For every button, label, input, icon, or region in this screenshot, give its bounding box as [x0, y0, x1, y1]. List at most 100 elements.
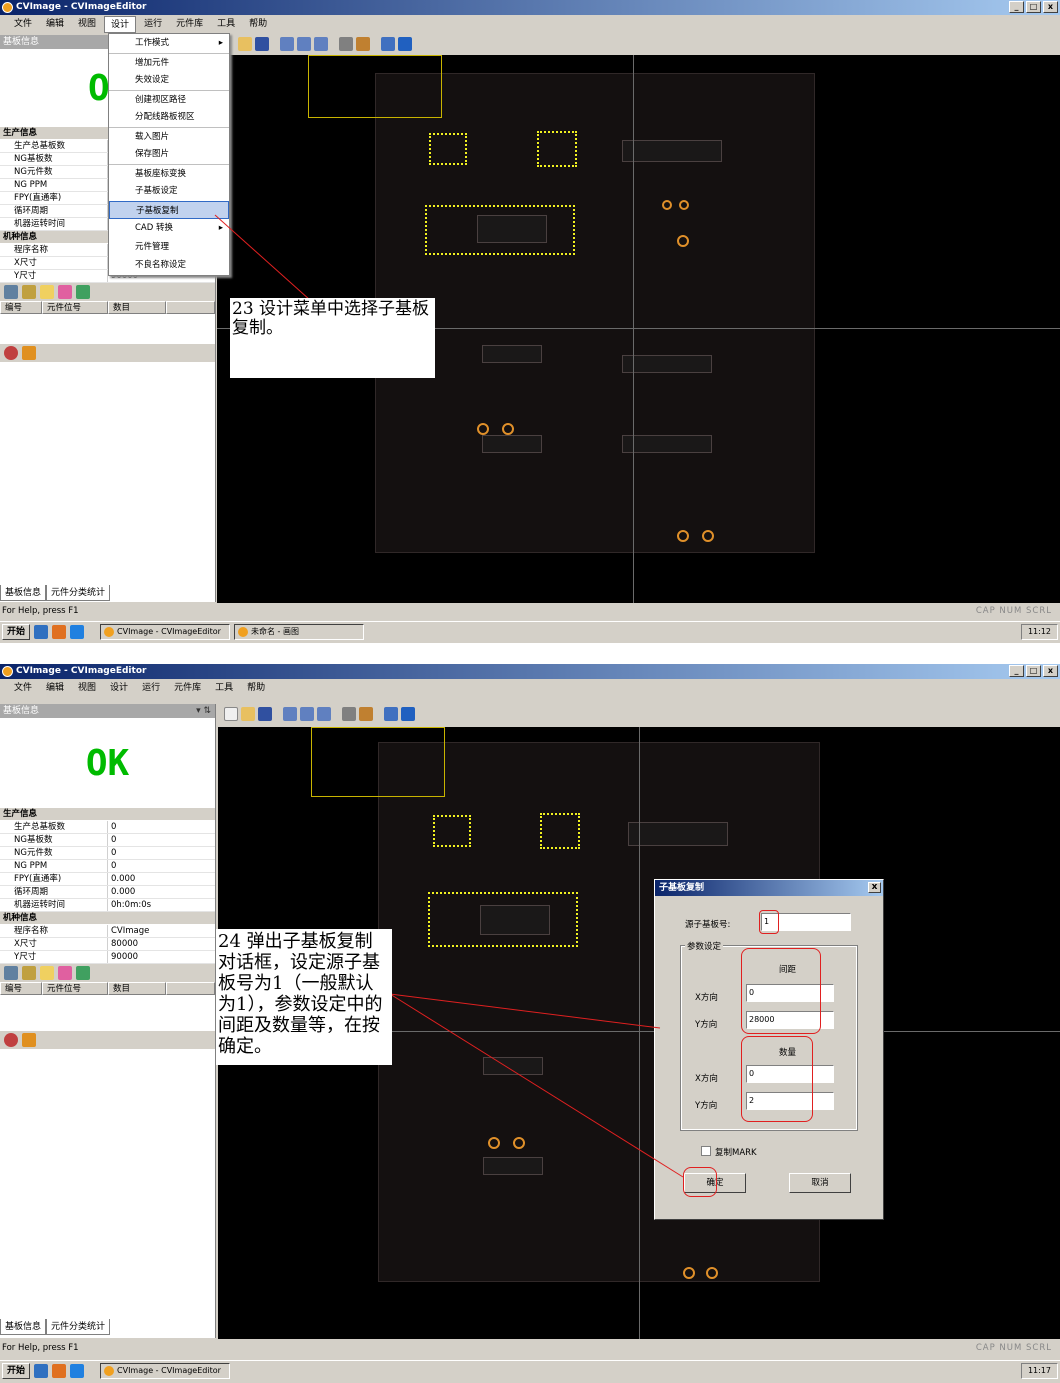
- menu-cad-convert[interactable]: CAD 转换 ▸: [109, 219, 229, 238]
- menu-design[interactable]: 设计: [104, 680, 134, 697]
- tab-board-info[interactable]: 基板信息: [0, 1319, 47, 1335]
- new-icon[interactable]: [224, 707, 238, 721]
- menu-run[interactable]: 运行: [138, 16, 168, 33]
- prop-row[interactable]: 生产总基板数 0: [0, 821, 215, 834]
- start-button[interactable]: 开始: [2, 1362, 31, 1379]
- col-refdes[interactable]: 元件位号: [42, 982, 108, 995]
- dialog-close-button[interactable]: x: [868, 882, 881, 893]
- open-icon[interactable]: [238, 37, 252, 51]
- settings-icon[interactable]: [342, 707, 356, 721]
- save-icon[interactable]: [255, 37, 269, 51]
- tab-board-info[interactable]: 基板信息: [0, 585, 47, 601]
- col-number[interactable]: 编号: [0, 301, 42, 314]
- zoom-out-icon[interactable]: [297, 37, 311, 51]
- group-production[interactable]: 生产信息: [0, 808, 215, 821]
- quicklaunch-icon[interactable]: [52, 1363, 67, 1378]
- selected-component[interactable]: [537, 131, 577, 167]
- system-tray-clock[interactable]: 11:17: [1020, 1363, 1058, 1379]
- prop-row[interactable]: 循环周期 0.000: [0, 886, 215, 899]
- menu-tools[interactable]: 工具: [211, 16, 241, 33]
- settings-icon[interactable]: [339, 37, 353, 51]
- menu-tools[interactable]: 工具: [209, 680, 239, 697]
- group-machine[interactable]: 机种信息: [0, 912, 215, 925]
- globe-icon[interactable]: [384, 707, 398, 721]
- open-icon[interactable]: [241, 707, 255, 721]
- system-tray-clock[interactable]: 11:12: [1020, 624, 1058, 640]
- menu-component-management[interactable]: 元件管理: [109, 238, 229, 257]
- zoom-fit-icon[interactable]: [314, 37, 328, 51]
- tab-component-stats[interactable]: 元件分类统计: [46, 1319, 111, 1335]
- selected-component[interactable]: [429, 133, 467, 165]
- ie-icon[interactable]: [70, 624, 85, 639]
- taskbar-item[interactable]: 未命名 - 画图: [234, 623, 365, 640]
- minimize-button[interactable]: _: [1009, 1, 1024, 13]
- pie-chart-icon[interactable]: [4, 1033, 18, 1047]
- quicklaunch-icon[interactable]: [34, 1363, 49, 1378]
- menu-edit[interactable]: 编辑: [40, 16, 70, 33]
- zoom-in-icon[interactable]: [283, 707, 297, 721]
- menu-library[interactable]: 元件库: [168, 680, 207, 697]
- menu-defect-name-setup[interactable]: 不良名称设定: [109, 256, 229, 275]
- folder-icon[interactable]: [40, 966, 54, 980]
- menu-add-component[interactable]: 增加元件: [109, 52, 229, 72]
- ie-icon[interactable]: [70, 1363, 85, 1378]
- zoom-out-icon[interactable]: [300, 707, 314, 721]
- start-button[interactable]: 开始: [2, 623, 31, 640]
- menu-file[interactable]: 文件: [8, 16, 38, 33]
- info-icon[interactable]: [398, 37, 412, 51]
- minimize-button[interactable]: _: [1009, 665, 1024, 677]
- menu-load-image[interactable]: 载入图片: [109, 126, 229, 146]
- menu-work-mode[interactable]: 工作模式 ▸: [109, 34, 229, 53]
- col-count[interactable]: 数目: [108, 982, 166, 995]
- erase-icon[interactable]: [58, 285, 72, 299]
- selected-component[interactable]: [433, 815, 471, 847]
- menu-view[interactable]: 视图: [72, 680, 102, 697]
- close-button[interactable]: x: [1043, 1, 1058, 13]
- save-icon[interactable]: [258, 707, 272, 721]
- quicklaunch-icon[interactable]: [34, 624, 49, 639]
- edit-icon[interactable]: [356, 37, 370, 51]
- col-count[interactable]: 数目: [108, 301, 166, 314]
- menu-sub-board-setup[interactable]: 子基板设定: [109, 182, 229, 201]
- prop-row[interactable]: Y尺寸 90000: [0, 951, 215, 964]
- view-region-box[interactable]: [308, 55, 442, 118]
- bar-chart-icon[interactable]: [22, 346, 36, 360]
- edit-icon[interactable]: [22, 966, 36, 980]
- menu-help[interactable]: 帮助: [241, 680, 271, 697]
- menu-file[interactable]: 文件: [8, 680, 38, 697]
- pin-icon[interactable]: ▾ ⇅: [196, 704, 211, 718]
- close-button[interactable]: x: [1043, 665, 1058, 677]
- prop-row[interactable]: 程序名称 CVImage: [0, 925, 215, 938]
- edit-icon[interactable]: [22, 285, 36, 299]
- cancel-button[interactable]: 取消: [789, 1173, 851, 1193]
- prop-row[interactable]: FPY(直通率) 0.000: [0, 873, 215, 886]
- menu-board-coord-transform[interactable]: 基板座标变换: [109, 163, 229, 183]
- bar-chart-icon[interactable]: [22, 1033, 36, 1047]
- col-number[interactable]: 编号: [0, 982, 42, 995]
- menu-view[interactable]: 视图: [72, 16, 102, 33]
- globe-icon[interactable]: [381, 37, 395, 51]
- prop-row[interactable]: 机器运转时间 0h:0m:0s: [0, 899, 215, 912]
- prop-row[interactable]: NG PPM 0: [0, 860, 215, 873]
- refresh-icon[interactable]: [4, 285, 18, 299]
- menu-edit[interactable]: 编辑: [40, 680, 70, 697]
- folder-icon[interactable]: [40, 285, 54, 299]
- prop-row[interactable]: X尺寸80000: [0, 938, 215, 951]
- menu-sub-board-copy[interactable]: 子基板复制: [109, 200, 229, 219]
- prop-row[interactable]: NG基板数 0: [0, 834, 215, 847]
- taskbar-item[interactable]: CVImage - CVImageEditor: [100, 1362, 231, 1379]
- view-region-box[interactable]: [311, 727, 445, 797]
- copy-mark-checkbox[interactable]: [701, 1146, 711, 1156]
- restore-button[interactable]: □: [1026, 1, 1041, 13]
- info-icon[interactable]: [401, 707, 415, 721]
- menu-create-view-path[interactable]: 创建视区路径: [109, 89, 229, 109]
- tab-component-stats[interactable]: 元件分类统计: [46, 585, 111, 601]
- col-refdes[interactable]: 元件位号: [42, 301, 108, 314]
- menu-assign-board-view[interactable]: 分配线路板视区: [109, 108, 229, 127]
- taskbar-item[interactable]: CVImage - CVImageEditor: [100, 623, 231, 640]
- menu-disable-setting[interactable]: 失效设定: [109, 71, 229, 90]
- menu-library[interactable]: 元件库: [170, 16, 209, 33]
- prop-row[interactable]: NG元件数 0: [0, 847, 215, 860]
- menu-design[interactable]: 设计: [104, 16, 137, 33]
- export-icon[interactable]: [76, 966, 90, 980]
